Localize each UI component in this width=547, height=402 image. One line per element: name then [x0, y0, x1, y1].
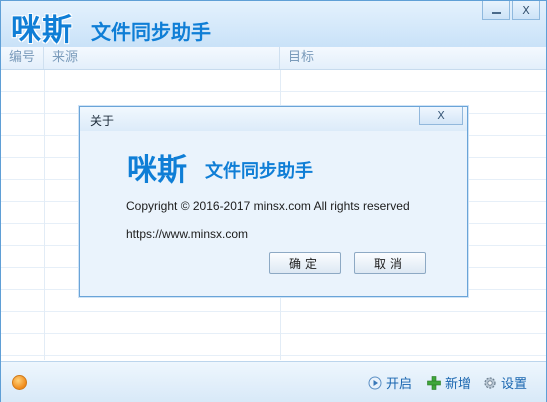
title-bar: 咪斯 文件同步助手 X — [1, 1, 546, 48]
dialog-logo-subtitle: 文件同步助手 — [205, 161, 313, 182]
dialog-logo: 咪斯 — [127, 153, 187, 188]
table-header: 编号 来源 目标 — [1, 47, 546, 70]
start-label: 开启 — [386, 377, 413, 392]
status-bar: 开启 新增 设置 — [1, 361, 546, 402]
dialog-title: 关于 — [90, 114, 115, 128]
status-indicator-icon — [12, 375, 27, 390]
settings-label: 设置 — [501, 377, 528, 392]
column-header-target[interactable]: 目标 — [280, 47, 546, 69]
gear-icon — [483, 376, 497, 390]
column-header-source[interactable]: 来源 — [44, 47, 280, 69]
copyright-text: Copyright © 2016-2017 minsx.com All righ… — [126, 199, 410, 213]
app-logo: 咪斯 — [11, 13, 73, 48]
window-controls: X — [480, 1, 540, 20]
table-row — [1, 312, 546, 334]
settings-button[interactable]: 设置 — [483, 373, 527, 392]
app-logo-subtitle: 文件同步助手 — [91, 20, 211, 44]
plus-icon — [427, 375, 441, 390]
dialog-body: 咪斯 文件同步助手 Copyright © 2016-2017 minsx.co… — [83, 131, 464, 292]
website-url: https://www.minsx.com — [126, 227, 249, 241]
about-dialog: 关于 X 咪斯 文件同步助手 Copyright © 2016-2017 min… — [79, 106, 468, 297]
add-label: 新增 — [445, 377, 472, 392]
ok-button[interactable]: 确定 — [269, 252, 341, 274]
column-divider — [44, 70, 45, 360]
add-button[interactable]: 新增 — [427, 373, 471, 392]
close-button[interactable]: X — [512, 1, 540, 20]
column-header-id[interactable]: 编号 — [1, 47, 44, 69]
cancel-button[interactable]: 取消 — [354, 252, 426, 274]
start-button[interactable]: 开启 — [368, 373, 412, 392]
minimize-icon — [491, 12, 501, 14]
dialog-title-bar: 关于 X — [80, 107, 467, 131]
table-row — [1, 334, 546, 356]
table-row — [1, 70, 546, 92]
close-icon: X — [522, 3, 530, 17]
minimize-button[interactable] — [482, 1, 510, 20]
dialog-close-button[interactable]: X — [419, 107, 463, 125]
play-icon — [368, 376, 382, 390]
close-icon: X — [437, 109, 445, 122]
